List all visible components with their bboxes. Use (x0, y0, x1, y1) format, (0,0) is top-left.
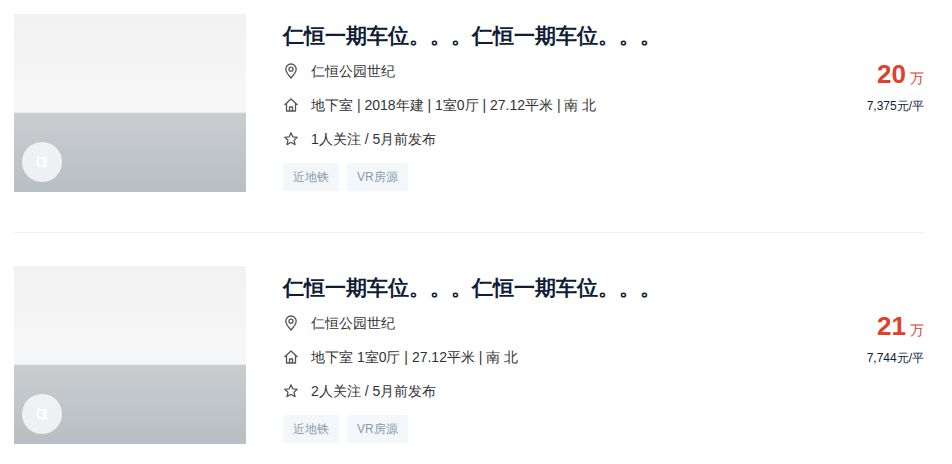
listing-details-line: 地下室 1室0厅 | 27.12平米 | 南 北 (283, 347, 784, 367)
listing-photo[interactable] (14, 14, 246, 192)
price-unit: 万 (910, 70, 924, 86)
listing-info: 仁恒一期车位。。。仁恒一期车位。。。仁恒公园世纪地下室 | 2018年建 | 1… (283, 14, 784, 192)
listing-details: 地下室 | 2018年建 | 1室0厅 | 27.12平米 | 南 北 (311, 95, 596, 115)
listing-photo[interactable] (14, 266, 246, 444)
listing-tag: 近地铁 (283, 415, 339, 443)
house-icon (283, 97, 299, 113)
listing-tag: 近地铁 (283, 163, 339, 191)
price-box: 21万 7,744元/平 (784, 266, 924, 444)
vr-icon (34, 154, 50, 170)
total-price: 21万 (784, 312, 924, 341)
total-price: 20万 (784, 60, 924, 89)
listing-details-line: 地下室 | 2018年建 | 1室0厅 | 27.12平米 | 南 北 (283, 95, 784, 115)
listing-title[interactable]: 仁恒一期车位。。。仁恒一期车位。。。 (283, 22, 784, 49)
star-icon (283, 383, 299, 399)
tag-list: 近地铁 VR房源 (283, 415, 784, 443)
listing-row[interactable]: 仁恒一期车位。。。仁恒一期车位。。。仁恒公园世纪地下室 1室0厅 | 27.12… (14, 233, 924, 454)
listing-row[interactable]: 仁恒一期车位。。。仁恒一期车位。。。仁恒公园世纪地下室 | 2018年建 | 1… (14, 0, 924, 233)
unit-price: 7,744元/平 (784, 349, 924, 367)
price-value: 21 (877, 311, 906, 341)
location-icon (283, 315, 299, 331)
follow-info-line: 1人关注 / 5月前发布 (283, 129, 784, 149)
price-unit: 万 (910, 322, 924, 338)
vr-badge[interactable] (22, 394, 62, 434)
listing-details: 地下室 1室0厅 | 27.12平米 | 南 北 (311, 347, 518, 367)
vr-icon (34, 406, 50, 422)
tag-list: 近地铁 VR房源 (283, 163, 784, 191)
follow-info: 2人关注 / 5月前发布 (311, 381, 436, 401)
listing-tag: VR房源 (347, 163, 408, 191)
community-name[interactable]: 仁恒公园世纪 (311, 61, 395, 81)
community-name-line: 仁恒公园世纪 (283, 61, 784, 81)
follow-info: 1人关注 / 5月前发布 (311, 129, 436, 149)
star-icon (283, 131, 299, 147)
unit-price: 7,375元/平 (784, 97, 924, 115)
house-icon (283, 349, 299, 365)
price-value: 20 (877, 59, 906, 89)
listing-info: 仁恒一期车位。。。仁恒一期车位。。。仁恒公园世纪地下室 1室0厅 | 27.12… (283, 266, 784, 444)
community-name[interactable]: 仁恒公园世纪 (311, 313, 395, 333)
community-name-line: 仁恒公园世纪 (283, 313, 784, 333)
listing-title[interactable]: 仁恒一期车位。。。仁恒一期车位。。。 (283, 274, 784, 301)
follow-info-line: 2人关注 / 5月前发布 (283, 381, 784, 401)
listing-tag: VR房源 (347, 415, 408, 443)
location-icon (283, 63, 299, 79)
vr-badge[interactable] (22, 142, 62, 182)
listing-list: 仁恒一期车位。。。仁恒一期车位。。。仁恒公园世纪地下室 | 2018年建 | 1… (0, 0, 952, 454)
price-box: 20万 7,375元/平 (784, 14, 924, 192)
